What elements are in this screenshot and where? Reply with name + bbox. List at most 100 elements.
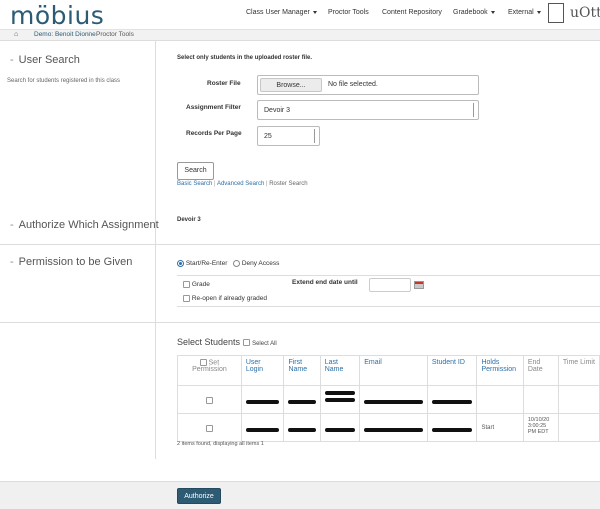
redaction-mark	[431, 428, 473, 432]
section-subtitle-user-search: Search for students registered in this c…	[7, 78, 121, 84]
breadcrumb-separator: /	[88, 31, 90, 38]
basic-search-link[interactable]: Basic Search	[177, 181, 212, 187]
caret-down-icon	[312, 10, 317, 14]
file-status: No file selected.	[328, 81, 378, 88]
col-last-name[interactable]: Last Name	[319, 355, 361, 386]
radio-deny-access[interactable]: Deny Access	[233, 260, 279, 267]
row-checkbox[interactable]	[205, 425, 213, 432]
redacted-cell	[319, 413, 361, 442]
section-title-text: Authorize Which Assignment	[18, 219, 159, 231]
select-value: Devoir 3	[264, 107, 291, 114]
advanced-search-link[interactable]: Advanced Search	[217, 181, 264, 187]
section-title-text: Permission to be Given	[18, 256, 133, 268]
radio-selected-icon	[177, 260, 184, 267]
column-label: First Name	[288, 359, 308, 373]
holds-permission-cell	[476, 385, 524, 414]
breadcrumb-item-class[interactable]: Demo: Benoit Dionne	[34, 31, 96, 38]
end-date-cell	[522, 385, 559, 414]
redaction-mark	[364, 428, 423, 432]
checkbox-icon	[183, 281, 190, 288]
redacted-cell	[283, 385, 321, 414]
students-table: Set Permission User Login First Name Las…	[177, 355, 600, 442]
assignment-filter-label: Assignment Filter	[186, 104, 241, 111]
nav-label: External	[508, 9, 534, 16]
search-button[interactable]: Search	[177, 162, 214, 180]
records-per-page-label: Records Per Page	[186, 130, 242, 137]
redacted-cell	[240, 413, 285, 442]
items-found-note: 2 items found, displaying all items 1	[177, 441, 264, 447]
home-icon[interactable]: ⌂	[14, 31, 18, 38]
col-email[interactable]: Email	[359, 355, 428, 386]
col-user-login[interactable]: User Login	[240, 355, 285, 386]
footer-bar	[0, 481, 600, 509]
institution-name: uOtta	[570, 5, 600, 21]
end-date-input[interactable]	[369, 278, 411, 292]
grade-checkbox[interactable]: Grade	[183, 281, 210, 288]
radio-label: Deny Access	[241, 260, 280, 268]
redaction-mark	[324, 398, 356, 402]
redaction-mark	[245, 428, 280, 432]
col-first-name[interactable]: First Name	[283, 355, 321, 386]
top-navbar: möbius Class User Manager Proctor Tools …	[0, 0, 600, 30]
nav-proctor-tools[interactable]: Proctor Tools	[328, 9, 369, 16]
caret-down-icon	[536, 10, 541, 14]
chevron-down-icon	[314, 129, 318, 143]
section-title-user-search: - User Search	[10, 54, 80, 66]
row-checkbox-cell	[177, 413, 242, 442]
col-set-permission: Set Permission	[177, 355, 242, 386]
redacted-cell	[426, 413, 478, 442]
nav-external[interactable]: External	[508, 9, 541, 16]
col-time-limit: Time Limit	[557, 355, 600, 386]
table-row: Start 10/10/20 3:00:25 PM EDT	[177, 413, 600, 442]
redaction-mark	[364, 400, 423, 404]
checkbox-label: Re-open if already graded	[191, 295, 267, 303]
redaction-mark	[431, 400, 473, 404]
table-row	[177, 385, 600, 414]
authorize-button[interactable]: Authorize	[177, 488, 221, 504]
browse-button[interactable]: Browse...	[260, 78, 322, 92]
nav-label: Content Repository	[382, 9, 442, 16]
nav-gradebook[interactable]: Gradebook	[453, 9, 495, 16]
select-all-label: Select All	[252, 341, 277, 347]
row-checkbox[interactable]	[205, 397, 213, 404]
radio-start-reenter[interactable]: Start/Re-Enter	[177, 260, 227, 267]
table-header-row: Set Permission User Login First Name Las…	[177, 355, 600, 386]
nav-label: Class User Manager	[246, 9, 310, 16]
header-checkbox[interactable]	[199, 359, 207, 366]
end-date-cell: 10/10/20 3:00:25 PM EDT	[522, 413, 559, 442]
col-student-id[interactable]: Student ID	[426, 355, 478, 386]
mobius-logo[interactable]: möbius	[10, 1, 104, 30]
redacted-cell	[359, 413, 428, 442]
assignment-filter-select[interactable]: Devoir 3	[257, 100, 479, 120]
select-all-checkbox[interactable]	[242, 339, 250, 347]
nav-content-repository[interactable]: Content Repository	[382, 9, 442, 16]
section-title-permission: - Permission to be Given	[10, 256, 132, 268]
redaction-mark	[288, 428, 316, 432]
divider	[0, 244, 600, 245]
reopen-checkbox[interactable]: Re-open if already graded	[183, 295, 267, 302]
roster-file-input[interactable]: Browse... No file selected.	[257, 75, 479, 95]
link-separator: |	[214, 181, 216, 187]
records-per-page-select[interactable]: 25	[257, 126, 320, 146]
redacted-cell	[359, 385, 428, 414]
nav-class-user-manager[interactable]: Class User Manager	[246, 9, 317, 16]
select-value: 25	[264, 133, 272, 140]
radio-label: Start/Re-Enter	[185, 260, 228, 268]
redaction-mark	[288, 400, 316, 404]
column-label: Last Name	[324, 359, 344, 373]
holds-permission-cell: Start	[476, 413, 524, 442]
caret-down-icon	[490, 10, 495, 14]
roster-file-label: Roster File	[207, 80, 241, 87]
extend-end-date-label: Extend end date until	[292, 279, 358, 286]
column-label: User Login	[245, 359, 263, 373]
selected-assignment: Devoir 3	[177, 217, 201, 223]
link-separator: |	[265, 181, 268, 187]
col-end-date: End Date	[522, 355, 559, 386]
column-label: Time Limit	[562, 359, 595, 366]
select-students-header: Select Students Select All	[177, 337, 277, 347]
col-holds-permission[interactable]: Holds Permission	[476, 355, 524, 386]
search-mode-links: Basic Search | Advanced Search | Roster …	[177, 181, 308, 187]
time-limit-cell	[557, 385, 600, 414]
column-label: End Date	[527, 359, 543, 373]
calendar-icon[interactable]	[414, 281, 424, 289]
